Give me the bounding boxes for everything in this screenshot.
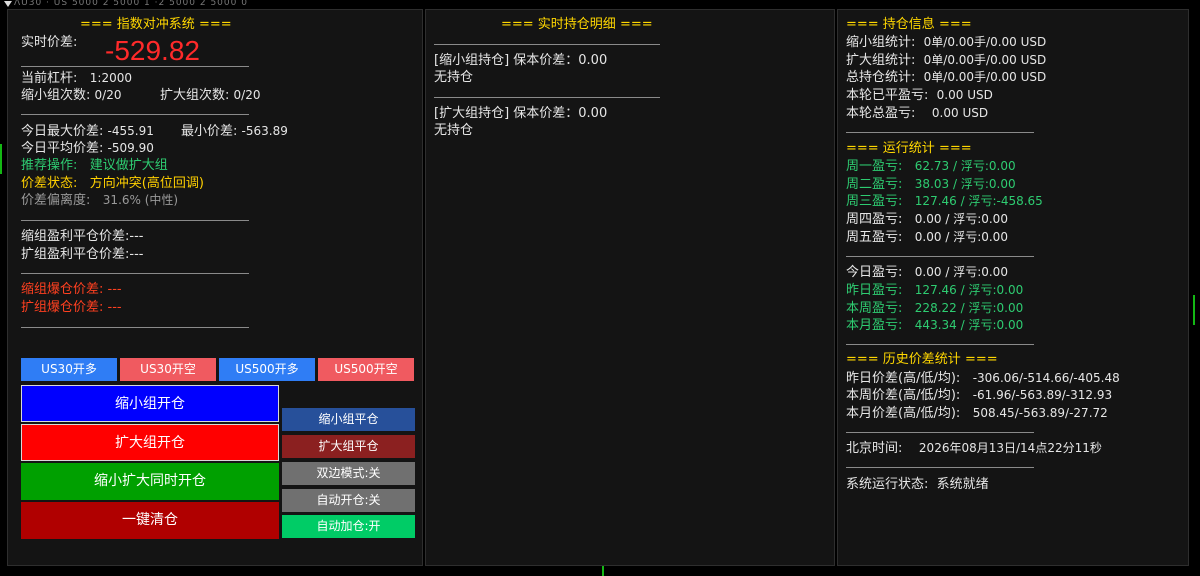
monday-pnl-row: 周一盈亏: 62.73 / 浮亏:0.00 — [846, 159, 1016, 174]
chart-edge-marker — [1193, 295, 1195, 325]
separator — [21, 273, 249, 274]
week-pnl-row: 本周盈亏: 228.22 / 浮亏:0.00 — [846, 301, 1024, 316]
position-detail-panel: === 实时持仓明细 === [缩小组持仓] 保本价差：0.00 无持仓 [扩大… — [425, 9, 835, 566]
chart-edge-marker — [0, 144, 2, 174]
spread-label: 实时价差: — [21, 35, 78, 50]
separator — [846, 467, 1034, 468]
dropdown-triangle-icon[interactable] — [4, 1, 12, 7]
month-spread-row: 本月价差(高/低/均): 508.45/-563.89/-27.72 — [846, 406, 1108, 421]
chart-edge-marker — [602, 566, 604, 576]
us500-long-button[interactable]: US500开多 — [219, 358, 315, 381]
close-expand-group-button[interactable]: 扩大组平仓 — [282, 435, 415, 458]
separator — [21, 327, 249, 328]
run-stats-title: === 运行统计 === — [846, 141, 972, 156]
separator — [434, 44, 660, 45]
separator — [21, 220, 249, 221]
week-spread-row: 本周价差(高/低/均): -61.96/-563.89/-312.93 — [846, 388, 1113, 403]
friday-pnl-row: 周五盈亏: 0.00 / 浮亏:0.00 — [846, 230, 1008, 245]
separator — [21, 114, 249, 115]
system-status-row: 系统运行状态: 系统就绪 — [846, 477, 989, 492]
dual-mode-toggle[interactable]: 双边模式:关 — [282, 462, 415, 485]
total-stat-row: 总持仓统计: 0单/0.00手/0.00 USD — [846, 70, 1047, 85]
separator — [434, 97, 660, 98]
round-total-row: 本轮总盈亏: 0.00 USD — [846, 106, 989, 121]
today-pnl-row: 今日盈亏: 0.00 / 浮亏:0.00 — [846, 265, 1008, 280]
auto-add-toggle[interactable]: 自动加仓:开 — [282, 515, 415, 538]
separator — [846, 256, 1034, 257]
separator — [846, 432, 1034, 433]
open-expand-group-button[interactable]: 扩大组开仓 — [21, 424, 279, 461]
close-all-button[interactable]: 一键清仓 — [21, 502, 279, 539]
shrink-tp-row: 缩组盈利平仓价差:--- — [21, 229, 144, 244]
separator — [846, 132, 1034, 133]
yesterday-spread-row: 昨日价差(高/低/均): -306.06/-514.66/-405.48 — [846, 371, 1120, 386]
deviation-row: 价差偏离度: 31.6% (中性) — [21, 193, 179, 208]
shrink-liq-row: 缩组爆仓价差: --- — [21, 282, 122, 297]
min-spread-row: 最小价差: -563.89 — [181, 124, 288, 139]
separator — [21, 66, 249, 67]
round-closed-row: 本轮已平盈亏: 0.00 USD — [846, 88, 993, 103]
expand-stat-row: 扩大组统计: 0单/0.00手/0.00 USD — [846, 53, 1047, 68]
spread-value: -529.82 — [105, 35, 200, 66]
shrink-count-row: 缩小组次数: 0/20 — [21, 88, 122, 103]
expand-position-header: [扩大组持仓] 保本价差：0.00 — [434, 106, 608, 121]
leverage-row: 当前杠杆: 1:2000 — [21, 71, 133, 86]
hedge-control-panel: === 指数对冲系统 === 实时价差: -529.82 当前杠杆: 1:200… — [7, 9, 423, 566]
close-shrink-group-button[interactable]: 缩小组平仓 — [282, 408, 415, 431]
shrink-position-header: [缩小组持仓] 保本价差：0.00 — [434, 53, 608, 68]
expand-count-row: 扩大组次数: 0/20 — [160, 88, 261, 103]
yesterday-pnl-row: 昨日盈亏: 127.46 / 浮亏:0.00 — [846, 283, 1024, 298]
panel-title: === 指数对冲系统 === — [80, 17, 232, 32]
expand-tp-row: 扩组盈利平仓价差:--- — [21, 247, 144, 262]
month-pnl-row: 本月盈亏: 443.34 / 浮亏:0.00 — [846, 318, 1024, 333]
wednesday-pnl-row: 周三盈亏: 127.46 / 浮亏:-458.65 — [846, 194, 1043, 209]
thursday-pnl-row: 周四盈亏: 0.00 / 浮亏:0.00 — [846, 212, 1008, 227]
position-info-panel: === 持仓信息 === 缩小组统计: 0单/0.00手/0.00 USD 扩大… — [837, 9, 1189, 566]
beijing-time-row: 北京时间: 2026年08月13日/14点22分11秒 — [846, 441, 1102, 456]
us30-long-button[interactable]: US30开多 — [21, 358, 117, 381]
us30-short-button[interactable]: US30开空 — [120, 358, 216, 381]
shrink-stat-row: 缩小组统计: 0单/0.00手/0.00 USD — [846, 35, 1047, 50]
panel-title: === 持仓信息 === — [846, 17, 972, 32]
chart-topbar: ɅU30 · US 5000 2 5000 1 ·2 5000 2 5000 0 — [0, 0, 1200, 9]
max-spread-row: 今日最大价差: -455.91 — [21, 124, 154, 139]
expand-position-status: 无持仓 — [434, 123, 474, 138]
separator — [846, 344, 1034, 345]
expand-liq-row: 扩组爆仓价差: --- — [21, 300, 122, 315]
avg-spread-row: 今日平均价差: -509.90 — [21, 141, 154, 156]
us500-short-button[interactable]: US500开空 — [318, 358, 414, 381]
auto-open-toggle[interactable]: 自动开仓:关 — [282, 489, 415, 512]
shrink-position-status: 无持仓 — [434, 70, 474, 85]
spread-state-row: 价差状态: 方向冲突(高位回调) — [21, 176, 204, 191]
tuesday-pnl-row: 周二盈亏: 38.03 / 浮亏:0.00 — [846, 177, 1016, 192]
panel-title: === 实时持仓明细 === — [501, 17, 653, 32]
open-both-groups-button[interactable]: 缩小扩大同时开仓 — [21, 463, 279, 500]
recommend-row: 推荐操作: 建议做扩大组 — [21, 158, 168, 173]
history-title: === 历史价差统计 === — [846, 352, 998, 367]
open-shrink-group-button[interactable]: 缩小组开仓 — [21, 385, 279, 422]
symbol-header-text: ɅU30 · US 5000 2 5000 1 ·2 5000 2 5000 0 — [14, 0, 248, 8]
